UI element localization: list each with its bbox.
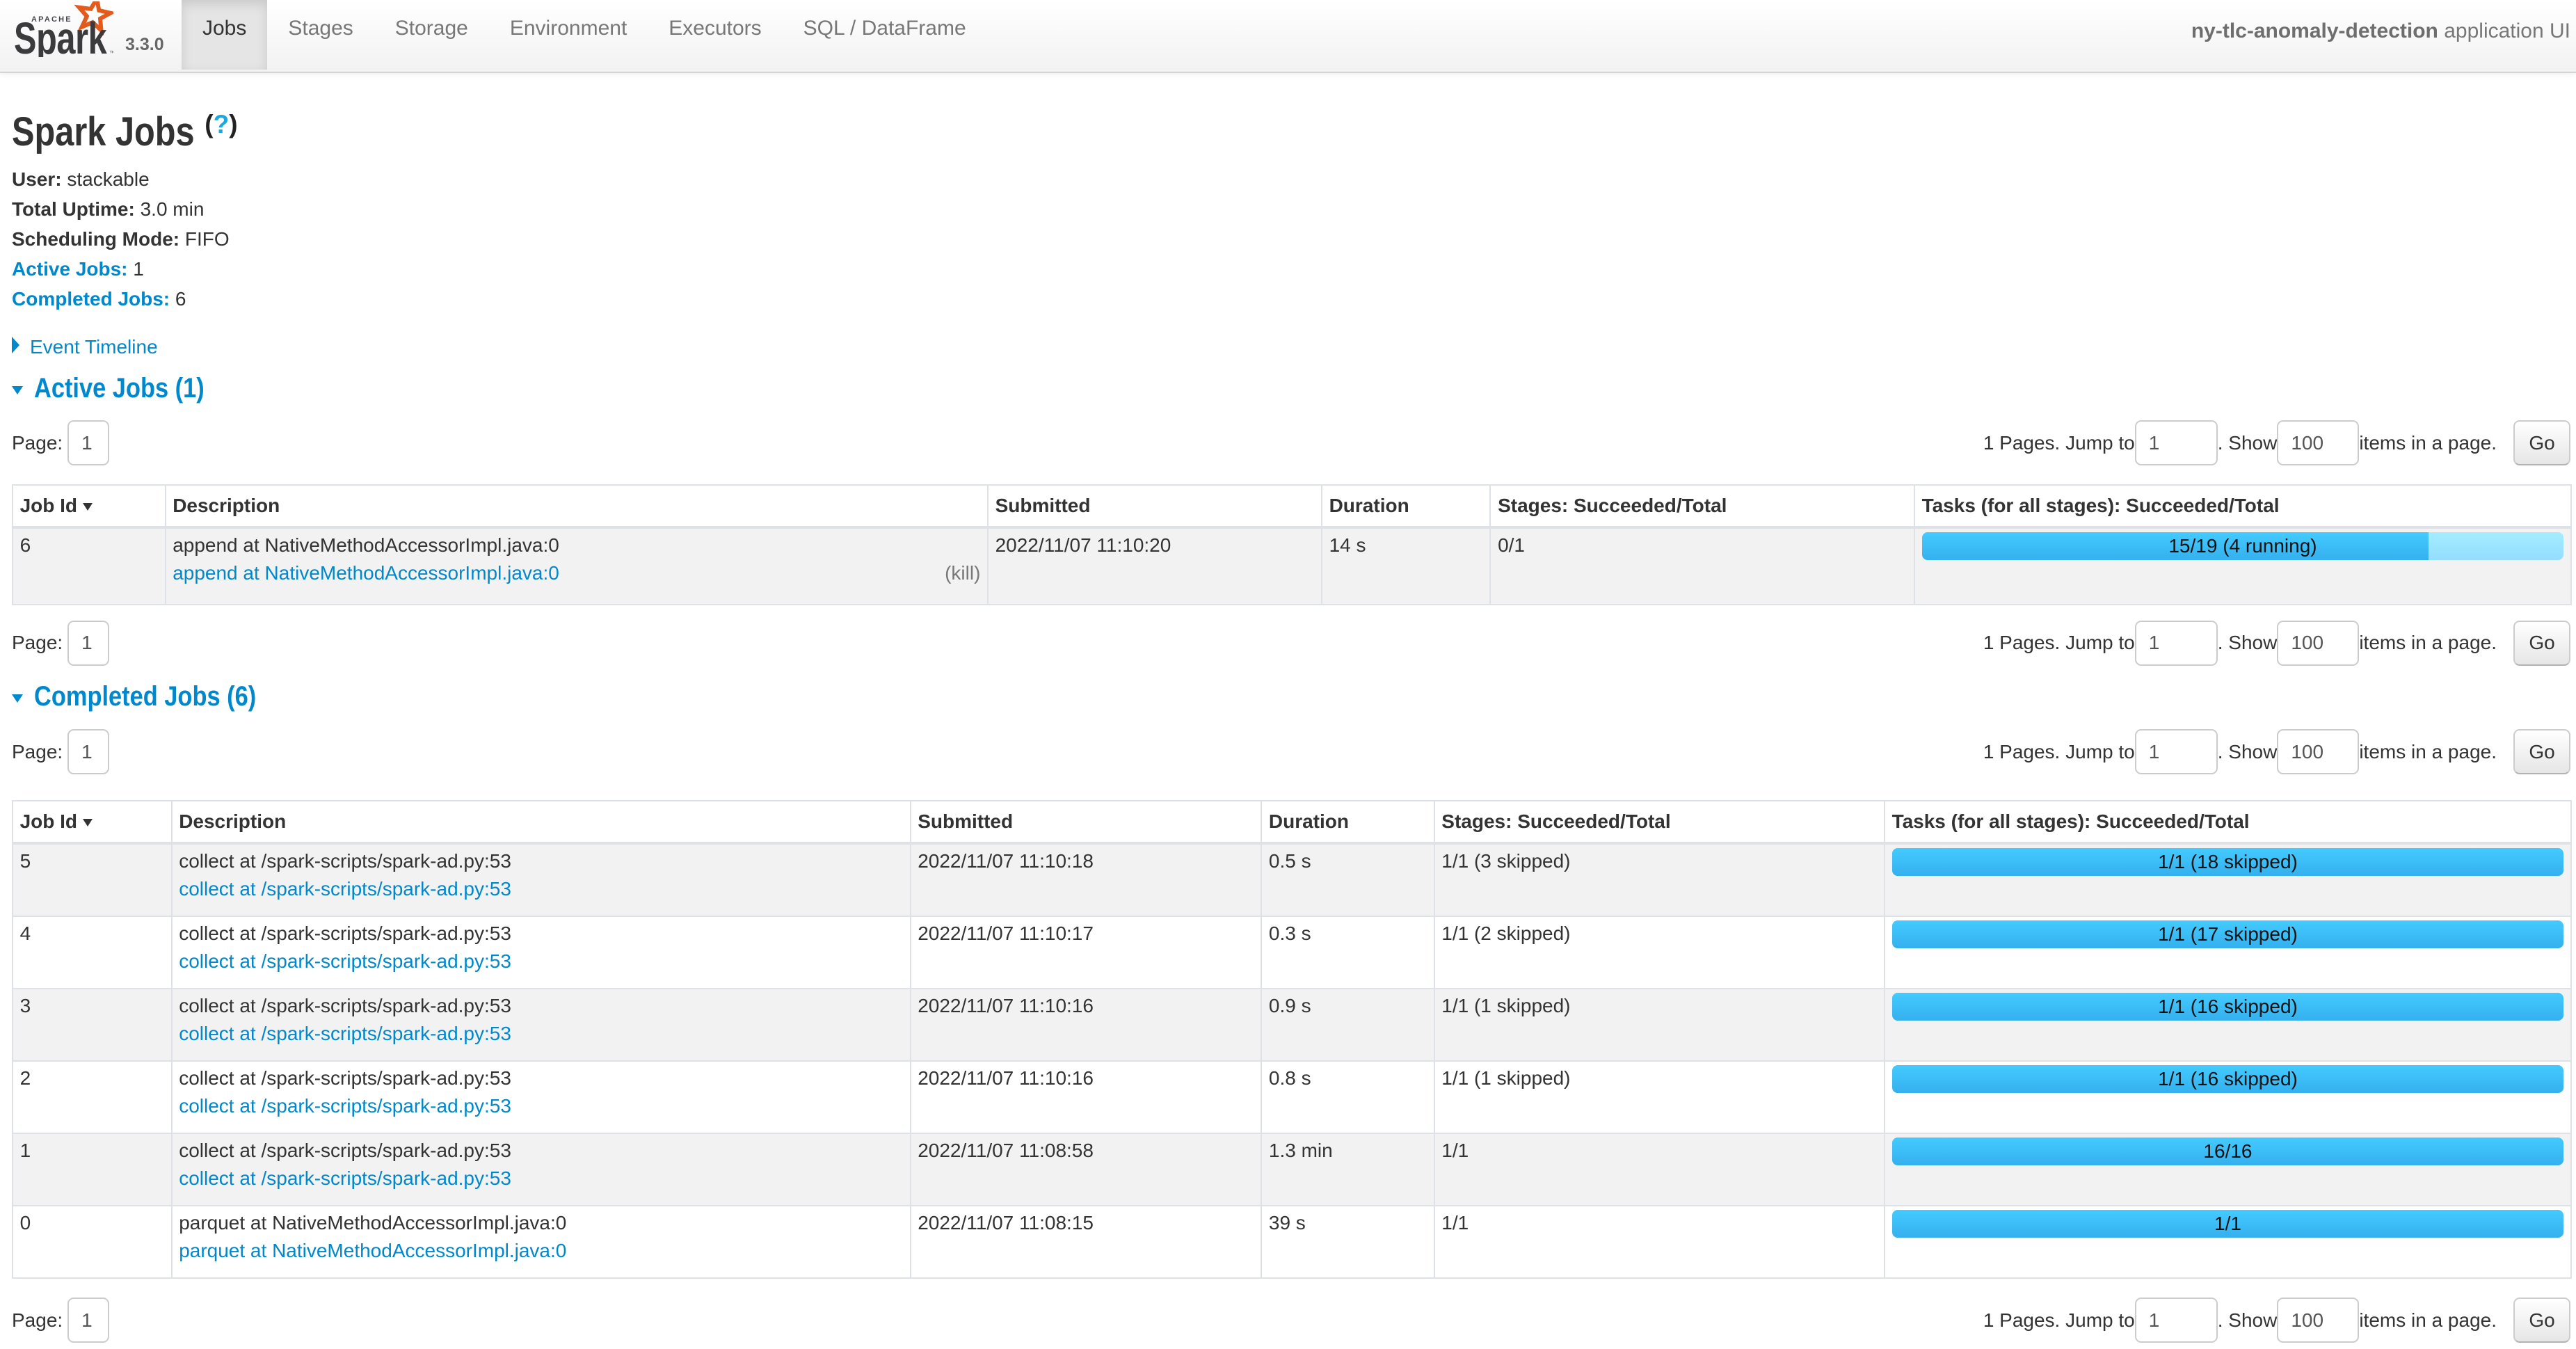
svg-text:Spark: Spark [14, 15, 107, 57]
svg-text:™: ™ [109, 49, 113, 56]
